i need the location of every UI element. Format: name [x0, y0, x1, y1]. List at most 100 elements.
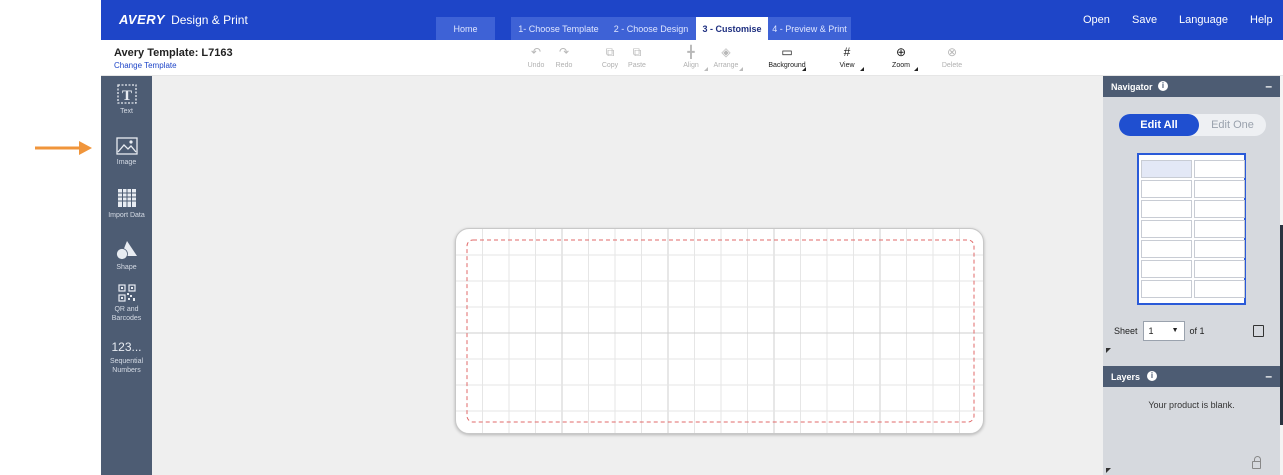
- add-sheet-icon[interactable]: [1253, 325, 1264, 337]
- arrange-icon: ◈: [721, 45, 731, 59]
- sheet-selector-row: Sheet 1 ▼ of 1: [1114, 321, 1205, 341]
- design-canvas[interactable]: [152, 76, 1103, 475]
- sheet-label-cell[interactable]: [1141, 160, 1192, 178]
- sidebar-item-sequential-numbers[interactable]: 123... Sequential Numbers: [101, 340, 152, 375]
- top-nav-bar: AVERY Design & Print Home 1- Choose Temp…: [101, 0, 1283, 40]
- sheet-label-cell[interactable]: [1141, 280, 1192, 298]
- sheet-label-cell[interactable]: [1194, 280, 1245, 298]
- sheet-select[interactable]: 1 ▼: [1142, 321, 1185, 341]
- tools-sidebar: T Text Image Import Data Shape QR and Ba…: [101, 76, 152, 475]
- delete-icon: ⊗: [946, 45, 958, 59]
- right-panel: Navigator i – Edit All Edit One Sheet 1 …: [1103, 76, 1280, 475]
- redo-icon: ↷: [558, 45, 570, 59]
- sheet-label-cell[interactable]: [1194, 180, 1245, 198]
- collapse-icon[interactable]: –: [1265, 369, 1272, 383]
- table-icon: [117, 189, 136, 207]
- align-label: Align: [683, 62, 699, 69]
- sheet-label-cell[interactable]: [1194, 160, 1245, 178]
- sheet-select-value: 1: [1148, 326, 1154, 336]
- change-template-link[interactable]: Change Template: [114, 61, 177, 70]
- image-icon: [115, 137, 138, 155]
- view-label: View: [839, 62, 855, 69]
- zoom-button[interactable]: ⊕ Zoom: [884, 45, 918, 71]
- zoom-label: Zoom: [892, 62, 910, 69]
- sidebar-item-shape[interactable]: Shape: [101, 240, 152, 272]
- info-icon[interactable]: i: [1147, 371, 1157, 381]
- sheet-label-cell[interactable]: [1194, 260, 1245, 278]
- logo-brand: AVERY: [119, 12, 166, 27]
- shape-icon: [115, 241, 137, 260]
- view-button[interactable]: # View: [830, 45, 864, 71]
- tab-choose-template[interactable]: 1- Choose Template: [511, 17, 606, 40]
- sidebar-label-text: Text: [120, 108, 133, 115]
- layers-title: Layers: [1111, 372, 1141, 382]
- grid-icon: #: [843, 45, 851, 59]
- sheet-count: of 1: [1189, 326, 1205, 336]
- redo-button[interactable]: ↷ Redo: [547, 45, 581, 69]
- sheet-label-cell[interactable]: [1141, 240, 1192, 258]
- sidebar-label-shape: Shape: [116, 264, 137, 271]
- tab-preview-print[interactable]: 4 - Preview & Print: [768, 17, 851, 40]
- info-icon[interactable]: i: [1158, 81, 1168, 91]
- open-link[interactable]: Open: [1083, 14, 1110, 26]
- lock-icon[interactable]: [1252, 456, 1261, 469]
- arrange-label: Arrange: [713, 62, 739, 69]
- edit-mode-toggle: Edit All Edit One: [1119, 114, 1266, 136]
- background-button[interactable]: ▭ Background: [768, 45, 806, 71]
- align-icon: ╋: [687, 45, 695, 59]
- sequential-numbers-icon: 123...: [111, 340, 142, 354]
- redo-label: Redo: [555, 62, 573, 69]
- sheet-label-cell[interactable]: [1141, 180, 1192, 198]
- collapse-icon[interactable]: –: [1265, 79, 1272, 93]
- annotation-arrow: [35, 141, 92, 155]
- delete-button[interactable]: ⊗ Delete: [935, 45, 969, 69]
- logo-text: Design & Print: [171, 13, 248, 27]
- paste-button[interactable]: ⧉ Paste: [620, 45, 654, 69]
- label-grid: [456, 229, 983, 433]
- sidebar-item-qr-barcodes[interactable]: QR and Barcodes: [101, 284, 152, 323]
- qr-code-icon: [117, 284, 136, 302]
- tab-customise[interactable]: 3 - Customise: [696, 17, 768, 40]
- template-title: Avery Template: L7163: [114, 47, 233, 59]
- background-icon: ▭: [781, 45, 793, 59]
- save-link[interactable]: Save: [1132, 14, 1157, 26]
- navigator-title: Navigator: [1111, 82, 1153, 92]
- align-button[interactable]: ╋ Align: [674, 45, 708, 71]
- arrange-button[interactable]: ◈ Arrange: [709, 45, 743, 71]
- background-label: Background: [768, 62, 806, 69]
- sheet-thumbnail[interactable]: [1137, 153, 1246, 305]
- sheet-label-cell[interactable]: [1141, 220, 1192, 238]
- help-link[interactable]: Help: [1250, 14, 1273, 26]
- zoom-icon: ⊕: [895, 45, 907, 59]
- resize-corner-icon[interactable]: [1106, 468, 1111, 473]
- sheet-label-cell[interactable]: [1141, 200, 1192, 218]
- avery-logo[interactable]: AVERY Design & Print: [119, 12, 248, 27]
- sheet-label-cell[interactable]: [1141, 260, 1192, 278]
- sidebar-label-sequential-numbers: Sequential Numbers: [109, 358, 144, 374]
- background-dropdown-caret: [802, 67, 806, 71]
- sidebar-label-import-data: Import Data: [108, 212, 145, 219]
- sidebar-label-qr-barcodes: QR and Barcodes: [111, 306, 142, 322]
- sheet-label-cell[interactable]: [1194, 220, 1245, 238]
- paste-label: Paste: [628, 62, 646, 69]
- sheet-label-cell[interactable]: [1194, 240, 1245, 258]
- text-icon: T: [116, 84, 137, 104]
- view-dropdown-caret: [860, 67, 864, 71]
- sidebar-item-image[interactable]: Image: [101, 137, 152, 167]
- svg-text:T: T: [121, 88, 131, 104]
- layers-header: Layers i –: [1103, 366, 1280, 387]
- edit-all-button[interactable]: Edit All: [1119, 114, 1199, 136]
- tab-home[interactable]: Home: [436, 17, 495, 40]
- sidebar-item-text[interactable]: T Text: [101, 84, 152, 116]
- tab-choose-design[interactable]: 2 - Choose Design: [606, 17, 696, 40]
- sheet-label: Sheet: [1114, 326, 1138, 336]
- language-link[interactable]: Language: [1179, 14, 1228, 26]
- sheet-label-cell[interactable]: [1194, 200, 1245, 218]
- align-dropdown-caret: [704, 67, 708, 71]
- edit-one-button[interactable]: Edit One: [1199, 114, 1266, 136]
- delete-label: Delete: [941, 62, 963, 69]
- resize-corner-icon[interactable]: [1106, 348, 1111, 353]
- sidebar-item-import-data[interactable]: Import Data: [101, 188, 152, 220]
- label-artboard[interactable]: [455, 228, 984, 434]
- sidebar-label-image: Image: [116, 159, 137, 166]
